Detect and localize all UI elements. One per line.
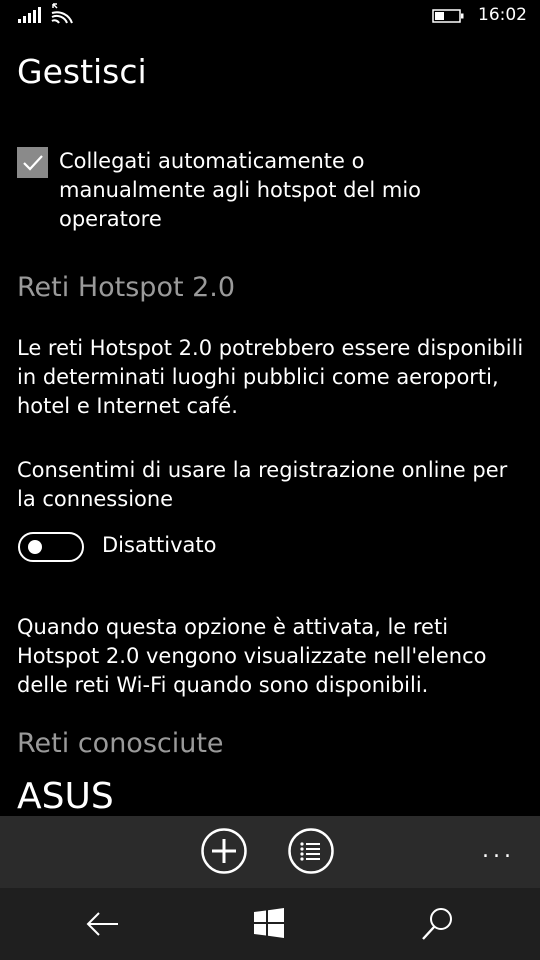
search-icon[interactable]: [420, 906, 454, 942]
known-network-item[interactable]: ASUS: [17, 776, 114, 817]
auto-connect-checkbox[interactable]: [17, 147, 48, 178]
back-icon[interactable]: [86, 908, 120, 940]
list-icon[interactable]: [288, 828, 334, 874]
page-title: Gestisci: [17, 52, 147, 91]
known-networks-title: Reti conosciute: [17, 728, 224, 759]
app-bar: ...: [0, 816, 540, 888]
nav-bar: [0, 888, 540, 960]
battery-icon: [432, 9, 464, 23]
wifi-icon: [51, 3, 73, 24]
add-icon[interactable]: [201, 828, 247, 874]
windows-start-icon[interactable]: [254, 908, 284, 938]
auto-connect-label: Collegati automaticamente o manualmente …: [59, 149, 422, 231]
hotspot-description: Le reti Hotspot 2.0 potrebbero essere di…: [17, 336, 524, 418]
hotspot-section-title: Reti Hotspot 2.0: [17, 272, 236, 303]
toggle-state-label: Disattivato: [102, 533, 217, 557]
checkmark-icon: [23, 155, 43, 171]
online-signup-toggle[interactable]: [18, 532, 84, 562]
hotspot-note: Quando questa opzione è attivata, le ret…: [17, 615, 487, 697]
toggle-knob: [28, 540, 42, 554]
status-bar: 16:02: [0, 0, 540, 34]
more-options-button[interactable]: ...: [482, 838, 526, 866]
online-signup-label: Consentimi di usare la registrazione onl…: [17, 458, 508, 511]
status-time: 16:02: [478, 5, 527, 25]
signal-icon: [18, 7, 41, 23]
